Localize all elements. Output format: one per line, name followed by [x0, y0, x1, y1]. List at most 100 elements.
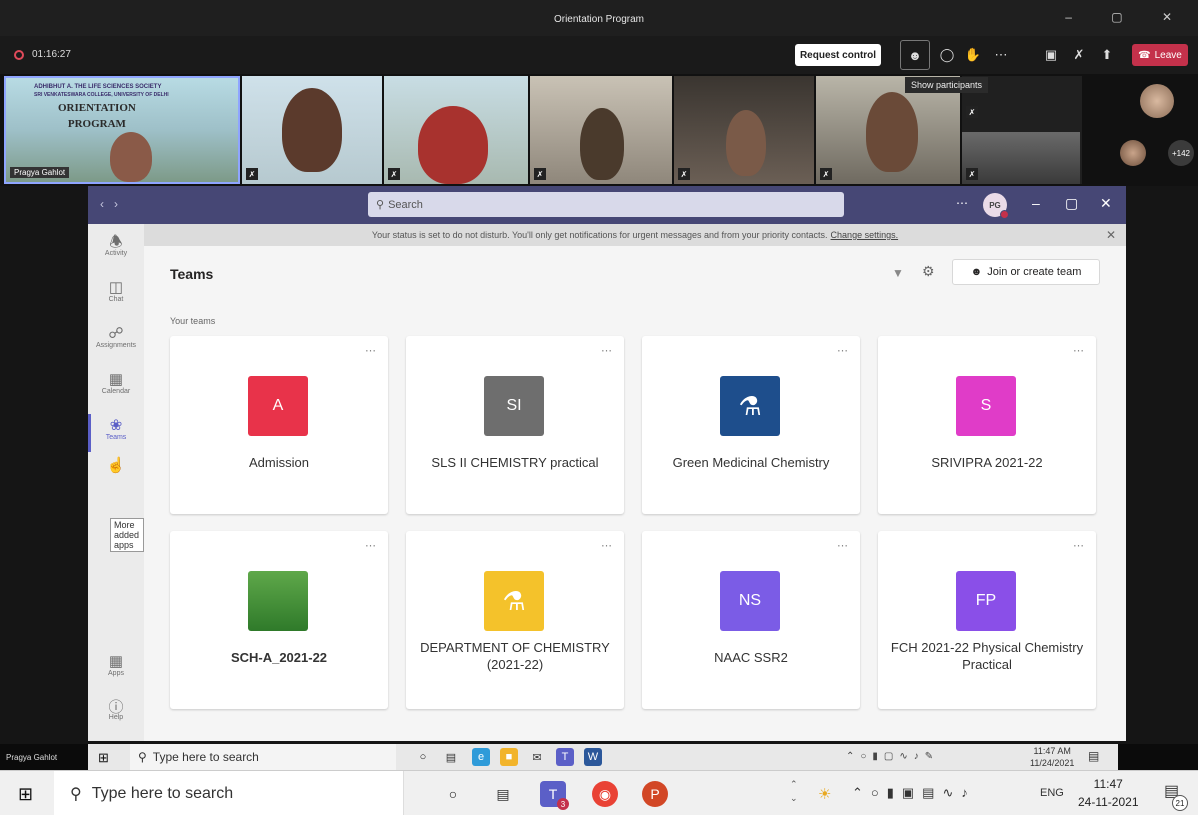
system-tray[interactable]: ⌃○▮▢∿♪✎ — [846, 751, 939, 762]
card-more-icon[interactable]: ⋯ — [365, 539, 376, 552]
participant-tile[interactable]: ✗ — [962, 132, 1080, 184]
cortana-icon[interactable]: ○ — [440, 781, 466, 807]
change-settings-link[interactable]: Change settings. — [831, 230, 899, 240]
slide-title: ORIENTATION PROGRAM — [58, 100, 136, 132]
team-card[interactable]: ⋯ ⚗ DEPARTMENT OF CHEMISTRY (2021-22) — [406, 531, 624, 709]
team-name: SCH-A_2021-22 — [230, 650, 328, 665]
card-more-icon[interactable]: ⋯ — [837, 539, 848, 552]
team-card[interactable]: ⋯ FP FCH 2021-22 Physical Chemistry Prac… — [878, 531, 1096, 709]
chrome-icon[interactable]: ◉ — [592, 781, 618, 807]
edge-icon[interactable]: e — [472, 748, 490, 766]
rail-item-apps[interactable]: ▦ Apps — [88, 652, 144, 677]
rail-item-assignments[interactable]: ☍ Assignments — [88, 324, 144, 349]
share-button[interactable]: ⬆ — [1096, 45, 1118, 65]
minimize-icon[interactable]: – — [1032, 195, 1040, 211]
card-more-icon[interactable]: ⋯ — [1073, 344, 1084, 357]
team-logo: A — [248, 376, 308, 436]
mic-muted-icon: ✗ — [966, 106, 978, 118]
team-card[interactable]: ⋯ S SRIVIPRA 2021-22 — [878, 336, 1096, 514]
system-tray[interactable]: ⌃○▮▣▤∿♪ — [852, 785, 976, 801]
microscope-icon: ⚗ — [720, 376, 780, 436]
more-options-icon[interactable]: ⋯ — [956, 196, 968, 210]
teams-window: ‹› ⚲ Search ⋯ PG – ▢ ✕ 🕭 Activity ◫ Chat — [88, 186, 1126, 741]
teams-icon: ❀ — [109, 417, 123, 434]
participant-avatar[interactable] — [1120, 140, 1146, 166]
weather-icon[interactable]: ☀ — [818, 785, 831, 803]
rail-label: Assignments — [95, 342, 137, 349]
notification-icon[interactable]: ▤ — [1088, 749, 1099, 763]
join-create-team-button[interactable]: ☻ Join or create team — [952, 259, 1100, 285]
card-more-icon[interactable]: ⋯ — [365, 344, 376, 357]
leave-button[interactable]: ☎ Leave — [1132, 44, 1188, 66]
cortana-icon[interactable]: ○ — [414, 748, 432, 766]
apps-icon: ▦ — [108, 653, 124, 670]
close-icon[interactable]: ✕ — [1100, 195, 1112, 212]
team-card[interactable]: ⋯ NS NAAC SSR2 — [642, 531, 860, 709]
avatar[interactable]: PG — [983, 193, 1009, 219]
rail-item-more-apps[interactable]: ☝ — [88, 456, 144, 474]
window-controls[interactable]: – ▢ ✕ — [1065, 10, 1190, 24]
word-icon[interactable]: W — [584, 748, 602, 766]
join-create-label: Join or create team — [987, 266, 1082, 278]
participant-tile[interactable]: ✗ — [242, 76, 382, 184]
windows-start-icon[interactable]: ⊞ — [18, 784, 33, 805]
request-control-button[interactable]: Request control — [795, 44, 881, 66]
rail-item-help[interactable]: ⓘ Help — [88, 696, 144, 721]
card-more-icon[interactable]: ⋯ — [601, 344, 612, 357]
team-logo: SI — [484, 376, 544, 436]
team-card[interactable]: ⋯ SCH-A_2021-22 — [170, 531, 388, 709]
card-more-icon[interactable]: ⋯ — [837, 344, 848, 357]
chat-button[interactable]: ◯ — [936, 45, 958, 65]
camera-button[interactable]: ▣ — [1040, 45, 1062, 65]
forward-icon[interactable]: › — [114, 197, 128, 211]
slide-title-line-1: ORIENTATION — [58, 102, 136, 114]
teams-app-icon[interactable]: T — [556, 748, 574, 766]
taskbar-search-input[interactable]: ⚲ Type here to search — [54, 771, 404, 815]
maximize-icon[interactable]: ▢ — [1065, 195, 1078, 212]
participants-button[interactable]: ☻ — [900, 40, 930, 70]
rail-label: Teams — [105, 434, 127, 441]
presenter-video-tile[interactable]: ADHIBHUT A. THE LIFE SCIENCES SOCIETY SR… — [4, 76, 240, 184]
reactions-button[interactable]: ✋ — [962, 45, 984, 65]
close-icon[interactable]: ✕ — [1106, 228, 1116, 242]
inner-search-input[interactable]: ⚲ Type here to search — [130, 744, 396, 770]
mic-muted-icon: ✗ — [966, 168, 978, 180]
mail-icon[interactable]: ✉ — [528, 748, 546, 766]
teams-app-icon[interactable]: T3 — [540, 781, 569, 810]
participant-tile[interactable]: ✗ — [530, 76, 672, 184]
back-icon[interactable]: ‹ — [100, 197, 114, 211]
task-view-icon[interactable]: ▤ — [442, 748, 460, 766]
card-more-icon[interactable]: ⋯ — [601, 539, 612, 552]
inner-clock[interactable]: 11:47 AM 11/24/2021 — [1030, 745, 1074, 769]
folder-icon[interactable]: ■ — [500, 748, 518, 766]
participant-tile[interactable]: ✗ — [674, 76, 814, 184]
team-card[interactable]: ⋯ A Admission — [170, 336, 388, 514]
nav-arrows[interactable]: ‹› — [100, 197, 128, 211]
taskbar-clock[interactable]: 11:47 24-11-2021 — [1078, 775, 1139, 811]
team-card[interactable]: ⋯ ⚗ Green Medicinal Chemistry — [642, 336, 860, 514]
inner-time: 11:47 AM — [1033, 746, 1071, 756]
rail-item-chat[interactable]: ◫ Chat — [88, 278, 144, 303]
more-actions-button[interactable]: ⋯ — [990, 45, 1012, 65]
card-more-icon[interactable]: ⋯ — [1073, 539, 1084, 552]
hand-cursor-icon: ☝ — [106, 457, 126, 474]
gear-icon[interactable]: ⚙ — [922, 263, 935, 280]
teams-search-input[interactable]: ⚲ Search — [368, 192, 844, 217]
search-placeholder: Search — [388, 198, 423, 211]
more-participants-count[interactable]: +142 — [1168, 140, 1194, 166]
task-view-icon[interactable]: ▤ — [490, 781, 516, 807]
powerpoint-icon[interactable]: P — [642, 781, 668, 807]
rail-item-calendar[interactable]: ▦ Calendar — [88, 370, 144, 395]
rail-item-teams[interactable]: ❀ Teams — [88, 414, 144, 452]
scroll-arrows-icon[interactable]: ⌃ ⌄ — [790, 777, 798, 805]
participant-tile[interactable]: ✗ — [384, 76, 528, 184]
windows-start-icon[interactable]: ⊞ — [98, 750, 109, 766]
chat-icon: ◫ — [108, 279, 124, 296]
rail-item-activity[interactable]: 🕭 Activity — [88, 232, 144, 257]
language-indicator[interactable]: ENG — [1040, 787, 1064, 799]
team-card[interactable]: ⋯ SI SLS II CHEMISTRY practical — [406, 336, 624, 514]
filter-icon[interactable]: ▼ — [892, 266, 904, 280]
mic-button[interactable]: ✗ — [1068, 45, 1090, 65]
participant-avatar[interactable] — [1140, 84, 1174, 118]
dnd-status-icon — [1000, 210, 1009, 219]
